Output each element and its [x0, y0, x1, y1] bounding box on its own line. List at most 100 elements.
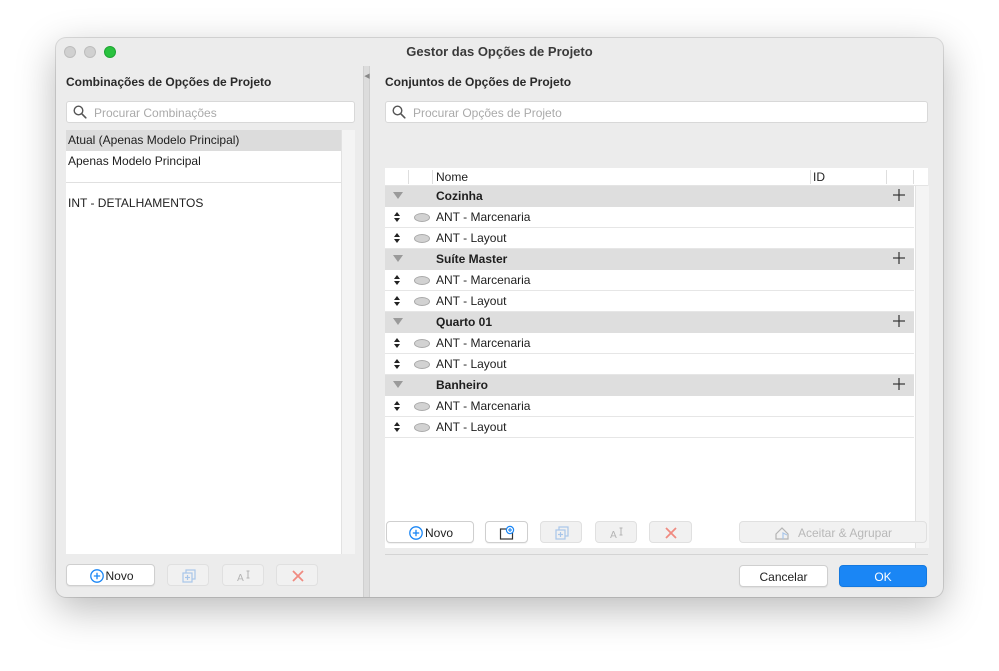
option-group-row[interactable]: Banheiro [385, 375, 914, 396]
reorder-arrows-icon[interactable] [393, 400, 401, 412]
eye-icon[interactable] [414, 234, 430, 243]
option-group-name: Quarto 01 [436, 315, 493, 329]
option-row[interactable]: ANT - Marcenaria [385, 333, 914, 354]
search-icon [73, 105, 87, 119]
combinations-pane: Combinações de Opções de Projeto Procura… [56, 66, 363, 597]
option-name: ANT - Layout [436, 420, 507, 434]
ok-label: OK [874, 570, 892, 584]
option-group-row[interactable]: Quarto 01 [385, 312, 914, 333]
reorder-arrows-icon[interactable] [393, 211, 401, 223]
disclosure-triangle-icon[interactable] [393, 381, 403, 388]
eye-icon[interactable] [414, 297, 430, 306]
reorder-arrows-icon[interactable] [393, 274, 401, 286]
search-icon [392, 105, 406, 119]
combination-item-current[interactable]: Atual (Apenas Modelo Principal) [66, 130, 341, 151]
combinations-divider [66, 182, 341, 183]
option-row[interactable]: ANT - Layout [385, 354, 914, 375]
header-divider [408, 170, 409, 184]
new-combination-label: Novo [105, 569, 134, 583]
plus-circle-icon [409, 526, 423, 540]
option-row[interactable]: ANT - Marcenaria [385, 207, 914, 228]
delete-option-set-button[interactable] [649, 521, 692, 543]
combination-item-main-model[interactable]: Apenas Modelo Principal [66, 151, 341, 172]
reorder-arrows-icon[interactable] [393, 337, 401, 349]
duplicate-combination-button[interactable] [167, 564, 209, 586]
eye-icon[interactable] [414, 213, 430, 222]
new-group-button[interactable] [485, 521, 528, 543]
eye-icon[interactable] [414, 276, 430, 285]
new-combination-button[interactable]: Novo [66, 564, 155, 586]
combinations-title: Combinações de Opções de Projeto [66, 75, 272, 89]
title-bar: Gestor das Opções de Projeto [56, 38, 943, 66]
combination-item-int-detalhamentos[interactable]: INT - DETALHAMENTOS [66, 193, 341, 214]
accept-and-group-button[interactable]: Aceitar & Agrupar [739, 521, 927, 543]
option-group-row[interactable]: Cozinha [385, 186, 914, 207]
header-divider [886, 170, 887, 184]
header-divider [432, 170, 433, 184]
delete-combination-button[interactable] [276, 564, 318, 586]
ok-button[interactable]: OK [839, 565, 927, 587]
option-row[interactable]: ANT - Layout [385, 228, 914, 249]
option-sets-table: Nome ID Cozinha ANT - Marcenaria ANT - Lay… [385, 168, 929, 548]
eye-icon[interactable] [414, 402, 430, 411]
column-header-id[interactable]: ID [813, 170, 825, 184]
accept-house-icon [775, 527, 789, 540]
option-group-row[interactable]: Suíte Master [385, 249, 914, 270]
footer-divider [385, 554, 928, 555]
option-row[interactable]: ANT - Marcenaria [385, 396, 914, 417]
option-group-name: Cozinha [436, 189, 483, 203]
new-group-icon [499, 525, 515, 540]
pane-splitter[interactable]: ◀ [363, 66, 370, 597]
option-group-name: Suíte Master [436, 252, 508, 266]
accept-and-group-label: Aceitar & Agrupar [797, 526, 893, 540]
option-name: ANT - Marcenaria [436, 399, 531, 413]
cancel-label: Cancelar [759, 570, 808, 584]
option-name: ANT - Marcenaria [436, 273, 531, 287]
option-row[interactable]: ANT - Layout [385, 291, 914, 312]
cancel-button[interactable]: Cancelar [739, 565, 828, 587]
option-name: ANT - Layout [436, 357, 507, 371]
plus-icon[interactable] [892, 188, 906, 202]
combinations-search-input[interactable]: Procurar Combinações [66, 101, 355, 123]
eye-icon[interactable] [414, 423, 430, 432]
delete-x-icon [292, 570, 304, 582]
option-name: ANT - Marcenaria [436, 336, 531, 350]
plus-icon[interactable] [892, 314, 906, 328]
plus-circle-icon [90, 569, 104, 583]
rename-icon: A [610, 527, 623, 541]
reorder-arrows-icon[interactable] [393, 421, 401, 433]
rename-option-set-button[interactable]: A [595, 521, 637, 543]
disclosure-triangle-icon[interactable] [393, 318, 403, 325]
option-sets-scrollbar[interactable] [915, 186, 929, 548]
column-header-name[interactable]: Nome [436, 170, 468, 184]
combinations-list: Atual (Apenas Modelo Principal) Apenas M… [66, 130, 355, 554]
delete-x-icon [665, 527, 677, 539]
option-sets-title: Conjuntos de Opções de Projeto [385, 75, 572, 89]
plus-icon[interactable] [892, 251, 906, 265]
option-group-name: Banheiro [436, 378, 489, 392]
new-option-set-button[interactable]: Novo [386, 521, 474, 543]
option-name: ANT - Layout [436, 231, 507, 245]
option-row[interactable]: ANT - Marcenaria [385, 270, 914, 291]
option-sets-search-placeholder: Procurar Opções de Projeto [413, 106, 562, 120]
plus-icon[interactable] [892, 377, 906, 391]
new-option-set-label: Novo [424, 526, 453, 540]
combinations-scrollbar[interactable] [341, 130, 355, 554]
option-manager-window: Gestor das Opções de Projeto Combinações… [56, 38, 943, 597]
option-row[interactable]: ANT - Layout [385, 417, 914, 438]
eye-icon[interactable] [414, 339, 430, 348]
disclosure-triangle-icon[interactable] [393, 192, 403, 199]
option-sets-table-header: Nome ID [385, 168, 928, 186]
reorder-arrows-icon[interactable] [393, 295, 401, 307]
rename-combination-button[interactable]: A [222, 564, 264, 586]
svg-text:A: A [237, 573, 244, 584]
option-name: ANT - Marcenaria [436, 210, 531, 224]
disclosure-triangle-icon[interactable] [393, 255, 403, 262]
reorder-arrows-icon[interactable] [393, 232, 401, 244]
option-sets-search-input[interactable]: Procurar Opções de Projeto [385, 101, 928, 123]
reorder-arrows-icon[interactable] [393, 358, 401, 370]
eye-icon[interactable] [414, 360, 430, 369]
duplicate-option-set-button[interactable] [540, 521, 582, 543]
header-divider [810, 170, 811, 184]
combinations-search-placeholder: Procurar Combinações [94, 106, 217, 120]
